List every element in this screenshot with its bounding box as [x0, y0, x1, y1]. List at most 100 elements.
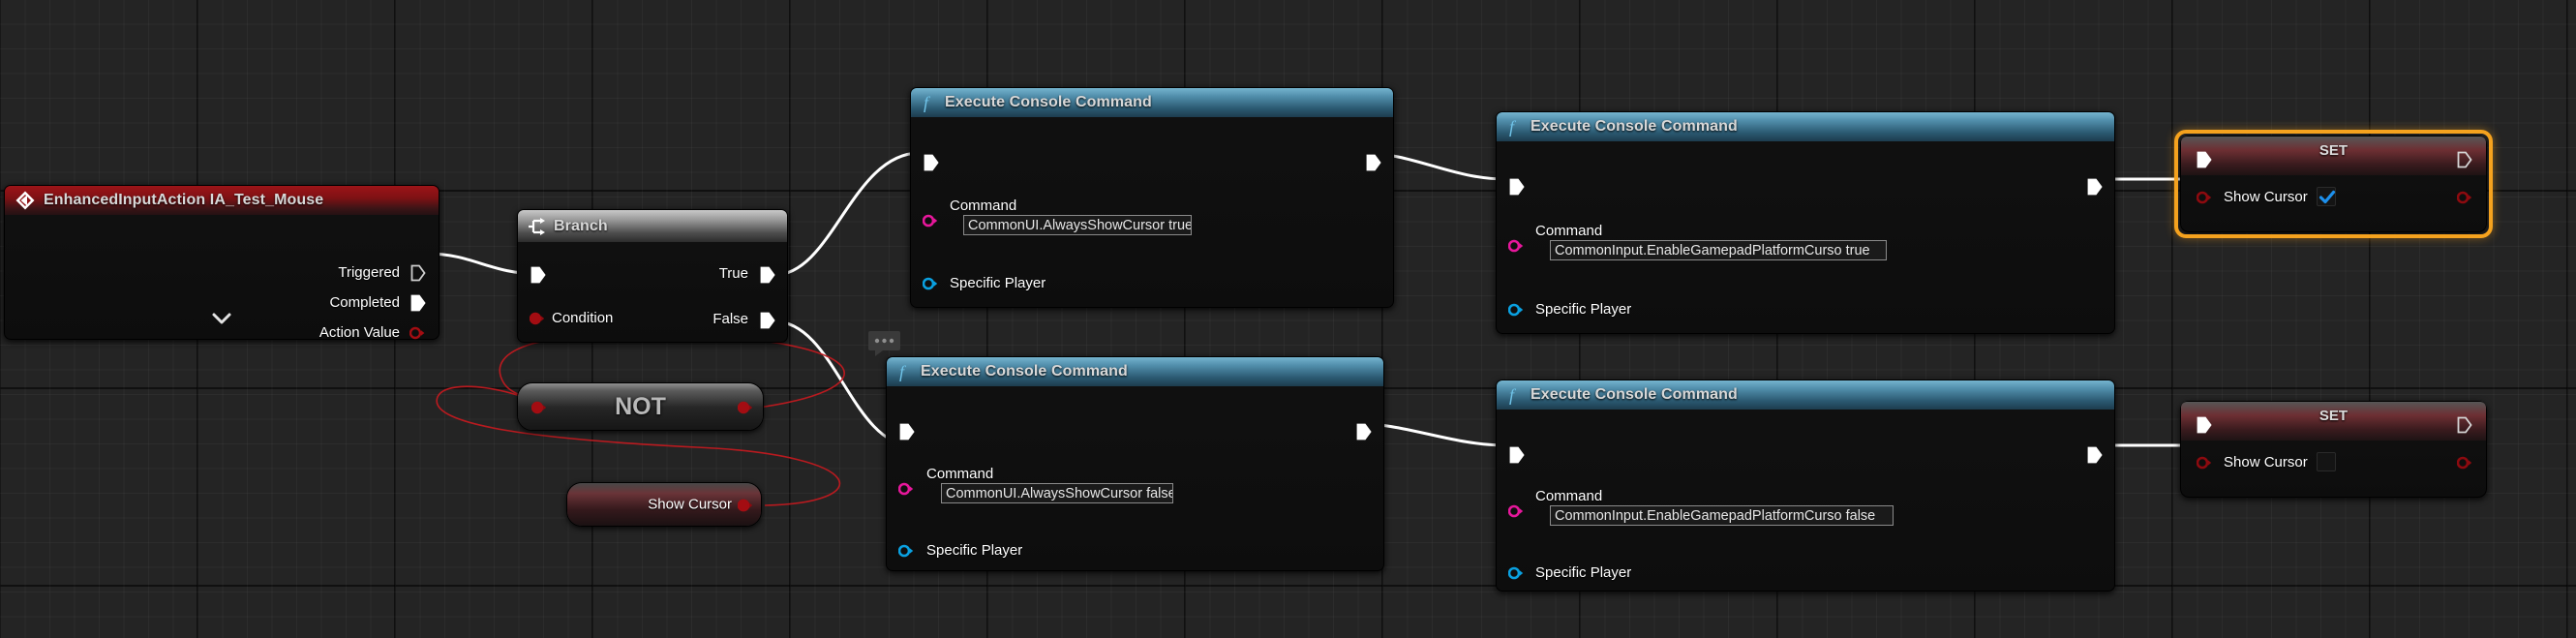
- pin-exec-in[interactable]: [1509, 446, 1525, 464]
- pin-data-out-show-cursor[interactable]: [738, 499, 751, 512]
- pin-data-in-show-cursor[interactable]: [2197, 191, 2210, 204]
- pin-data-in-command[interactable]: [1508, 239, 1522, 253]
- node-execute-console-command-4[interactable]: f Execute Console Command: [1496, 380, 2115, 592]
- pin-data-in-specific-player[interactable]: [898, 544, 912, 558]
- node-title: Execute Console Command: [945, 94, 1152, 111]
- pin-data-in-condition[interactable]: [530, 312, 543, 325]
- command-input-3[interactable]: CommonUI.AlwaysShowCursor false: [941, 483, 1173, 503]
- pin-exec-out[interactable]: [1366, 154, 1381, 171]
- node-title: Execute Console Command: [1530, 386, 1738, 404]
- pin-label-show-cursor: Show Cursor: [2224, 189, 2308, 205]
- pin-exec-out[interactable]: [1356, 423, 1372, 441]
- node-body: NOT: [518, 383, 763, 430]
- pin-data-in-command[interactable]: [1508, 504, 1522, 518]
- node-execute-console-command-1[interactable]: f Execute Console Command: [910, 87, 1394, 308]
- pin-label-command: Command: [1535, 488, 1602, 504]
- node-header: EnhancedInputAction IA_Test_Mouse: [5, 186, 439, 215]
- pin-exec-out[interactable]: [2457, 416, 2472, 434]
- node-title: SET: [2181, 408, 2486, 424]
- function-f-icon: f: [921, 92, 938, 113]
- node-title: Show Cursor: [648, 497, 732, 513]
- node-title: Branch: [554, 218, 608, 235]
- command-input-2[interactable]: CommonInput.EnableGamepadPlatformCurso t…: [1550, 240, 1887, 260]
- pin-exec-out-completed[interactable]: [410, 294, 426, 312]
- pin-exec-out[interactable]: [2087, 446, 2103, 464]
- node-header: f Execute Console Command: [887, 357, 1383, 386]
- node-set-show-cursor-true[interactable]: SET Show Cursor: [2180, 136, 2487, 232]
- pin-label-completed: Completed: [329, 294, 400, 311]
- pin-exec-in[interactable]: [2197, 416, 2212, 434]
- svg-text:f: f: [1509, 117, 1517, 137]
- node-body: Triggered Completed Action Value: [5, 215, 439, 340]
- pin-data-in-command[interactable]: [923, 214, 936, 228]
- pin-label-false: False: [712, 311, 748, 327]
- pin-exec-out[interactable]: [2087, 178, 2103, 196]
- node-header: f Execute Console Command: [911, 88, 1393, 117]
- chevron-down-icon[interactable]: [211, 312, 232, 329]
- blueprint-graph-canvas[interactable]: EnhancedInputAction IA_Test_Mouse Trigge…: [0, 0, 2576, 638]
- pin-exec-out-false[interactable]: [760, 312, 775, 329]
- event-diamond-icon: [15, 190, 36, 211]
- node-title: SET: [2181, 142, 2486, 159]
- function-f-icon: f: [1506, 116, 1524, 137]
- pin-data-out-not[interactable]: [738, 401, 751, 414]
- pin-data-in-specific-player[interactable]: [1508, 303, 1522, 317]
- node-not[interactable]: NOT: [517, 382, 764, 431]
- pin-data-out-show-cursor[interactable]: [2457, 456, 2470, 470]
- command-input-4[interactable]: CommonInput.EnableGamepadPlatformCurso f…: [1550, 505, 1894, 526]
- pin-label-command: Command: [950, 197, 1016, 214]
- node-header: f Execute Console Command: [1497, 380, 2114, 410]
- pin-exec-in[interactable]: [530, 266, 546, 284]
- branch-icon: [528, 217, 547, 236]
- svg-text:f: f: [899, 362, 907, 381]
- pin-label-command: Command: [926, 466, 993, 482]
- node-set-show-cursor-false[interactable]: SET Show Cursor: [2180, 401, 2487, 498]
- node-title: NOT: [518, 383, 763, 430]
- show-cursor-checkbox[interactable]: [2317, 452, 2336, 471]
- node-header: Branch: [518, 210, 787, 242]
- node-body: Show Cursor: [2181, 441, 2486, 498]
- pin-data-in-specific-player[interactable]: [1508, 566, 1522, 580]
- node-body: Command CommonUI.AlwaysShowCursor false …: [887, 386, 1383, 571]
- pin-exec-out[interactable]: [2457, 151, 2472, 168]
- node-title: Execute Console Command: [1530, 118, 1738, 136]
- pin-exec-out-triggered[interactable]: [410, 264, 426, 282]
- node-branch[interactable]: Branch Condition True: [517, 209, 788, 343]
- function-f-icon: f: [896, 361, 914, 382]
- pin-label-specific-player: Specific Player: [1535, 564, 1631, 581]
- pin-exec-out-true[interactable]: [760, 266, 775, 284]
- function-f-icon: f: [1506, 384, 1524, 406]
- node-body: Command CommonInput.EnableGamepadPlatfor…: [1497, 410, 2114, 592]
- node-header: SET: [2181, 402, 2486, 441]
- pin-data-in-command[interactable]: [898, 482, 912, 496]
- node-execute-console-command-3[interactable]: f Execute Console Command: [886, 356, 1384, 571]
- node-show-cursor-variable[interactable]: Show Cursor: [566, 482, 762, 527]
- pin-label-action-value: Action Value: [319, 324, 400, 341]
- node-title: EnhancedInputAction IA_Test_Mouse: [44, 192, 323, 209]
- svg-text:f: f: [924, 93, 931, 112]
- pin-data-in-specific-player[interactable]: [923, 277, 936, 290]
- pin-label-condition: Condition: [552, 310, 613, 326]
- pin-data-in-not[interactable]: [531, 401, 545, 414]
- node-header: f Execute Console Command: [1497, 112, 2114, 141]
- pin-label-show-cursor: Show Cursor: [2224, 454, 2308, 471]
- node-body: Command CommonInput.EnableGamepadPlatfor…: [1497, 141, 2114, 334]
- pin-exec-in[interactable]: [899, 423, 915, 441]
- pin-data-out-show-cursor[interactable]: [2457, 191, 2470, 204]
- node-execute-console-command-2[interactable]: f Execute Console Command: [1496, 111, 2115, 334]
- node-enhanced-input-action[interactable]: EnhancedInputAction IA_Test_Mouse Trigge…: [4, 185, 439, 340]
- pin-data-in-show-cursor[interactable]: [2197, 456, 2210, 470]
- command-input-1[interactable]: CommonUI.AlwaysShowCursor true: [963, 215, 1192, 235]
- pin-exec-in[interactable]: [2197, 151, 2212, 168]
- pin-exec-in[interactable]: [924, 154, 939, 171]
- pin-exec-in[interactable]: [1509, 178, 1525, 196]
- node-body: Condition True False: [518, 242, 787, 342]
- node-body: Show Cursor: [2181, 175, 2486, 232]
- node-body: Show Cursor: [567, 483, 761, 526]
- node-body: Command CommonUI.AlwaysShowCursor true S…: [911, 117, 1393, 308]
- pin-label-triggered: Triggered: [338, 264, 400, 281]
- pin-data-out-action-value[interactable]: [409, 326, 423, 340]
- pin-label-true: True: [719, 265, 748, 282]
- show-cursor-checkbox[interactable]: [2317, 187, 2336, 206]
- node-header: SET: [2181, 137, 2486, 175]
